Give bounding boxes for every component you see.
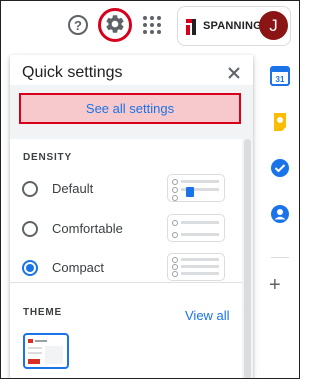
rail-divider bbox=[271, 257, 289, 258]
close-icon[interactable] bbox=[226, 65, 242, 81]
tasks-icon[interactable] bbox=[270, 158, 290, 178]
side-rail: 31 + bbox=[262, 52, 300, 379]
section-divider bbox=[10, 282, 242, 283]
density-heading: DENSITY bbox=[23, 152, 72, 163]
see-all-settings-button[interactable]: See all settings bbox=[19, 93, 241, 124]
density-option-comfortable[interactable]: Comfortable bbox=[10, 213, 242, 245]
see-all-settings-area: See all settings bbox=[10, 85, 253, 139]
panel-scrollbar[interactable] bbox=[244, 139, 251, 379]
density-label-compact: Compact bbox=[52, 260, 105, 275]
density-label-comfortable: Comfortable bbox=[52, 221, 123, 236]
gear-icon[interactable] bbox=[104, 13, 126, 35]
density-label-default: Default bbox=[52, 181, 94, 196]
avatar[interactable]: J bbox=[259, 11, 288, 40]
density-option-default[interactable]: Default bbox=[10, 173, 242, 205]
theme-heading: THEME bbox=[23, 307, 62, 318]
spanning-logo-icon bbox=[186, 19, 196, 35]
view-all-themes-link[interactable]: View all bbox=[185, 308, 230, 323]
density-option-compact[interactable]: Compact bbox=[10, 252, 242, 284]
help-icon[interactable]: ? bbox=[68, 15, 88, 35]
density-preview-compact bbox=[167, 253, 225, 281]
keep-icon[interactable] bbox=[270, 112, 290, 132]
quick-settings-panel: Quick settings See all settings DENSITY … bbox=[10, 55, 253, 379]
add-icon[interactable]: + bbox=[269, 275, 281, 295]
radio-default[interactable] bbox=[22, 181, 38, 197]
top-bar: ? SPANNING J bbox=[0, 0, 300, 52]
radio-comfortable[interactable] bbox=[22, 221, 38, 237]
brand-name: SPANNING bbox=[203, 20, 262, 32]
calendar-day: 31 bbox=[276, 75, 285, 84]
theme-preview-default[interactable] bbox=[23, 333, 69, 369]
radio-compact[interactable] bbox=[22, 260, 38, 276]
apps-grid-icon[interactable] bbox=[143, 16, 161, 34]
density-preview-default bbox=[167, 174, 225, 202]
panel-title: Quick settings bbox=[22, 64, 123, 81]
calendar-icon[interactable]: 31 bbox=[270, 66, 290, 86]
account-brand-chip[interactable]: SPANNING J bbox=[177, 6, 291, 46]
contacts-icon[interactable] bbox=[270, 204, 290, 224]
theme-preview-image bbox=[28, 339, 63, 364]
density-preview-comfortable bbox=[167, 214, 225, 242]
